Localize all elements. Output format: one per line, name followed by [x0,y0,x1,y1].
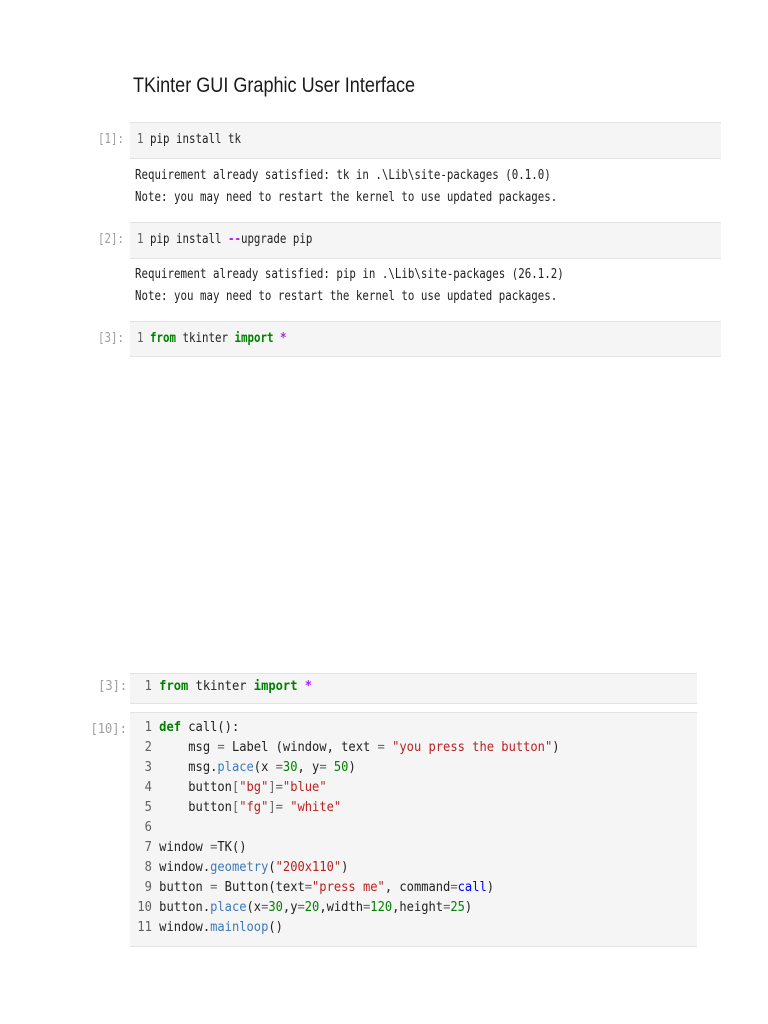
code-text: upgrade pip [240,232,313,247]
code-text: msg.place(x =30, y= 50) [159,760,356,775]
line-number: 6 [144,820,152,835]
cell-prompt: [3]: [98,679,128,694]
code-line[interactable]: 1 pip install tk [137,132,241,147]
code-line[interactable]: 10 button.place(x=30,y=20,width=120,heig… [137,900,472,915]
line-number: 1 [144,679,152,694]
code-line[interactable]: 11 window.mainloop() [137,920,283,935]
line-number: 11 [137,920,152,935]
line-number: 10 [137,900,152,915]
keyword: from [149,331,176,346]
code-text: msg = Label (window, text = "you press t… [159,740,560,755]
code-text: window.geometry("200x110") [159,860,349,875]
code-text: def call(): [159,720,240,735]
code-operator: -- [227,232,241,247]
line-number: 9 [144,880,152,895]
code-line[interactable]: 4 button["bg"]="blue" [137,780,327,795]
code-line[interactable]: 1 def call(): [137,720,240,735]
code-text: pip install [149,232,228,247]
code-line[interactable]: 9 button = Button(text="press me", comma… [137,880,494,895]
code-line[interactable]: 3 msg.place(x =30, y= 50) [137,760,356,775]
code-line[interactable]: 1 from tkinter import * [137,331,286,346]
code-text: tkinter [175,331,235,346]
cell-prompt: [1]: [98,132,124,147]
line-number: 2 [144,740,152,755]
code-line[interactable]: 1 from tkinter import * [137,679,312,694]
code-text: window =TK() [159,840,247,855]
line-number: 4 [144,780,152,795]
cell-output-line: Note: you may need to restart the kernel… [135,289,558,304]
code-text: button["fg"]= "white" [159,800,342,815]
code-text: window.mainloop() [159,920,283,935]
code-line[interactable]: 1 pip install --upgrade pip [137,232,312,247]
cell-output-line: Requirement already satisfied: tk in .\L… [135,168,551,183]
line-number: 8 [144,860,152,875]
keyword: import [234,331,274,346]
code-operator: * [297,679,313,694]
code-text: tkinter [188,679,254,694]
line-number: 5 [144,800,152,815]
line-number: 1 [137,331,144,346]
cell-prompt: [10]: [90,722,127,737]
code-line[interactable]: 8 window.geometry("200x110") [137,860,349,875]
keyword: import [253,679,298,694]
line-number: 1 [137,132,144,147]
cell-prompt: [2]: [98,232,124,247]
cell-output-line: Note: you may need to restart the kernel… [135,190,558,205]
code-text: button = Button(text="press me", command… [159,880,495,895]
code-operator: * [273,331,287,346]
line-number: 3 [144,760,152,775]
code-line[interactable]: 5 button["fg"]= "white" [137,800,342,815]
line-number: 7 [144,840,152,855]
code-text: pip install tk [149,132,241,147]
cell-output-line: Requirement already satisfied: pip in .\… [135,267,564,282]
code-text: button.place(x=30,y=20,width=120,height=… [159,900,473,915]
code-line[interactable]: 6 [137,820,159,835]
code-text: button["bg"]="blue" [159,780,327,795]
cell-prompt: [3]: [98,331,124,346]
keyword: from [159,679,189,694]
line-number: 1 [144,720,152,735]
notebook-title: TKinter GUI Graphic User Interface [133,74,416,97]
code-line[interactable]: 2 msg = Label (window, text = "you press… [137,740,560,755]
code-line[interactable]: 7 window =TK() [137,840,247,855]
line-number: 1 [137,232,144,247]
